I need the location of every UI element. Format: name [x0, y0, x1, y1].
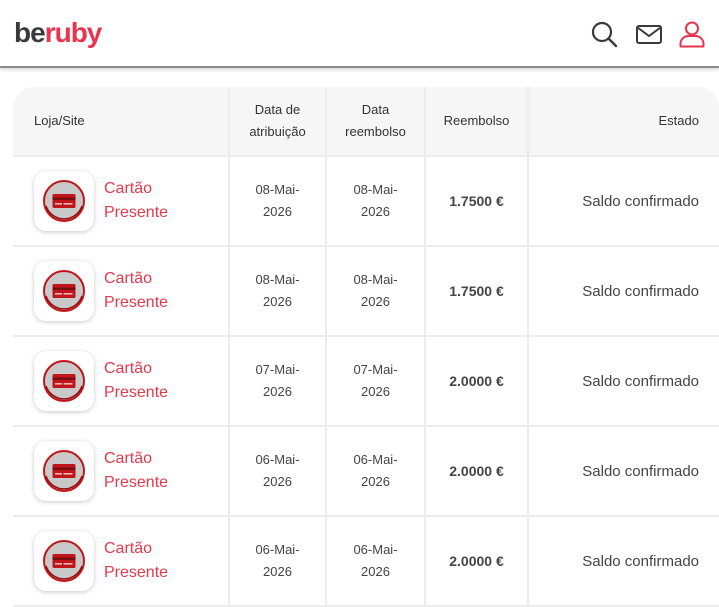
table-row[interactable]: Cartão Presente 07-Mai- 2026 07-Mai- 2026 2.00… [13, 337, 719, 425]
attribution-date-line2: atribuição [249, 124, 306, 139]
attribution-date-part1: 06-Mai- [255, 452, 300, 467]
attribution-date-cell: 07-Mai- 2026 [230, 337, 325, 425]
store-name-line2: Presente [104, 564, 169, 581]
logo-part-be: be [14, 17, 46, 48]
attribution-date-part1: 06-Mai- [255, 542, 300, 557]
attribution-date-line1: Data de [254, 102, 301, 117]
attribution-date-part2: 2026 [263, 564, 292, 579]
store-cell[interactable]: Cartão Presente [13, 427, 228, 515]
table-row[interactable]: Cartão Presente 08-Mai- 2026 08-Mai- 2026 1.75… [13, 247, 719, 335]
refund-date-line2: reembolso [345, 124, 406, 139]
status-text: Saldo confirmado [529, 337, 719, 425]
refund-amount: 1.7500 € [426, 157, 527, 245]
store-cell[interactable]: Cartão Presente [13, 247, 228, 335]
gift-card-icon [34, 351, 94, 411]
refund-date-part1: 08-Mai- [353, 182, 398, 197]
store-name-line1: Cartão [104, 540, 153, 557]
attribution-date-part1: 07-Mai- [255, 362, 300, 377]
store-name[interactable]: Cartão Presente [104, 447, 184, 495]
store-name[interactable]: Cartão Presente [104, 177, 184, 225]
refund-date-cell: 07-Mai- 2026 [327, 337, 424, 425]
store-name[interactable]: Cartão Presente [104, 537, 184, 585]
store-name[interactable]: Cartão Presente [104, 267, 184, 315]
attribution-date-part1: 08-Mai- [255, 272, 300, 287]
attribution-date-part2: 2026 [263, 294, 292, 309]
rewards-table: Loja/Site Data de atribuição Data reembols… [13, 87, 719, 607]
refund-date-part2: 2026 [361, 384, 390, 399]
table-row[interactable]: Cartão Presente 06-Mai- 2026 06-Mai- 2026 2.00… [13, 427, 719, 515]
refund-amount: 2.0000 € [426, 427, 527, 515]
gift-card-icon [34, 171, 94, 231]
status-text: Saldo confirmado [529, 427, 719, 515]
refund-date-part2: 2026 [361, 294, 390, 309]
attribution-date-part2: 2026 [263, 384, 292, 399]
logo-part-ruby: ruby [44, 17, 103, 48]
refund-date-part1: 08-Mai- [353, 272, 398, 287]
refund-amount: 1.7500 € [426, 247, 527, 335]
attribution-date-cell: 06-Mai- 2026 [230, 517, 325, 605]
gift-card-icon [34, 441, 94, 501]
status-text: Saldo confirmado [529, 247, 719, 335]
top-header: beruby [0, 0, 719, 68]
store-name-line2: Presente [104, 204, 169, 221]
refund-date-cell: 06-Mai- 2026 [327, 517, 424, 605]
table-row[interactable]: Cartão Presente 06-Mai- 2026 06-Mai- 2026 2.00… [13, 517, 719, 605]
status-text: Saldo confirmado [529, 517, 719, 605]
gift-card-icon [34, 261, 94, 321]
attribution-date-cell: 08-Mai- 2026 [230, 157, 325, 245]
table-header-row: Loja/Site Data de atribuição Data reembols… [13, 87, 719, 155]
attribution-date-part2: 2026 [263, 204, 292, 219]
refund-amount: 2.0000 € [426, 517, 527, 605]
store-cell[interactable]: Cartão Presente [13, 517, 228, 605]
column-header-attribution-date: Data de atribuição [230, 87, 325, 155]
refund-date-cell: 06-Mai- 2026 [327, 427, 424, 515]
refund-date-part2: 2026 [361, 204, 390, 219]
beruby-logo[interactable]: beruby [14, 17, 103, 49]
store-name[interactable]: Cartão Presente [104, 357, 184, 405]
store-name-line1: Cartão [104, 180, 153, 197]
table-row[interactable]: Cartão Presente 08-Mai- 2026 08-Mai- 2026 1.75… [13, 157, 719, 245]
store-name-line2: Presente [104, 474, 169, 491]
search-icon[interactable] [590, 20, 618, 48]
attribution-date-part1: 08-Mai- [255, 182, 300, 197]
refund-date-part2: 2026 [361, 474, 390, 489]
refund-date-part1: 06-Mai- [353, 452, 398, 467]
status-text: Saldo confirmado [529, 157, 719, 245]
refund-amount: 2.0000 € [426, 337, 527, 425]
attribution-date-cell: 06-Mai- 2026 [230, 427, 325, 515]
store-name-line1: Cartão [104, 450, 153, 467]
store-name-line2: Presente [104, 294, 169, 311]
store-name-line1: Cartão [104, 270, 153, 287]
refund-date-line1: Data [361, 102, 390, 117]
refund-date-cell: 08-Mai- 2026 [327, 157, 424, 245]
store-cell[interactable]: Cartão Presente [13, 337, 228, 425]
store-cell[interactable]: Cartão Presente [13, 157, 228, 245]
attribution-date-cell: 08-Mai- 2026 [230, 247, 325, 335]
column-header-refund-date: Data reembolso [327, 87, 424, 155]
mail-icon[interactable] [635, 20, 663, 48]
refund-date-part2: 2026 [361, 564, 390, 579]
refund-date-part1: 06-Mai- [353, 542, 398, 557]
refund-date-part1: 07-Mai- [353, 362, 398, 377]
gift-card-icon [34, 531, 94, 591]
store-name-line2: Presente [104, 384, 169, 401]
store-name-line1: Cartão [104, 360, 153, 377]
refund-date-cell: 08-Mai- 2026 [327, 247, 424, 335]
column-header-refund: Reembolso [426, 87, 527, 155]
user-icon[interactable] [678, 20, 706, 48]
column-header-status: Estado [529, 87, 719, 155]
attribution-date-part2: 2026 [263, 474, 292, 489]
column-header-store: Loja/Site [13, 87, 228, 155]
